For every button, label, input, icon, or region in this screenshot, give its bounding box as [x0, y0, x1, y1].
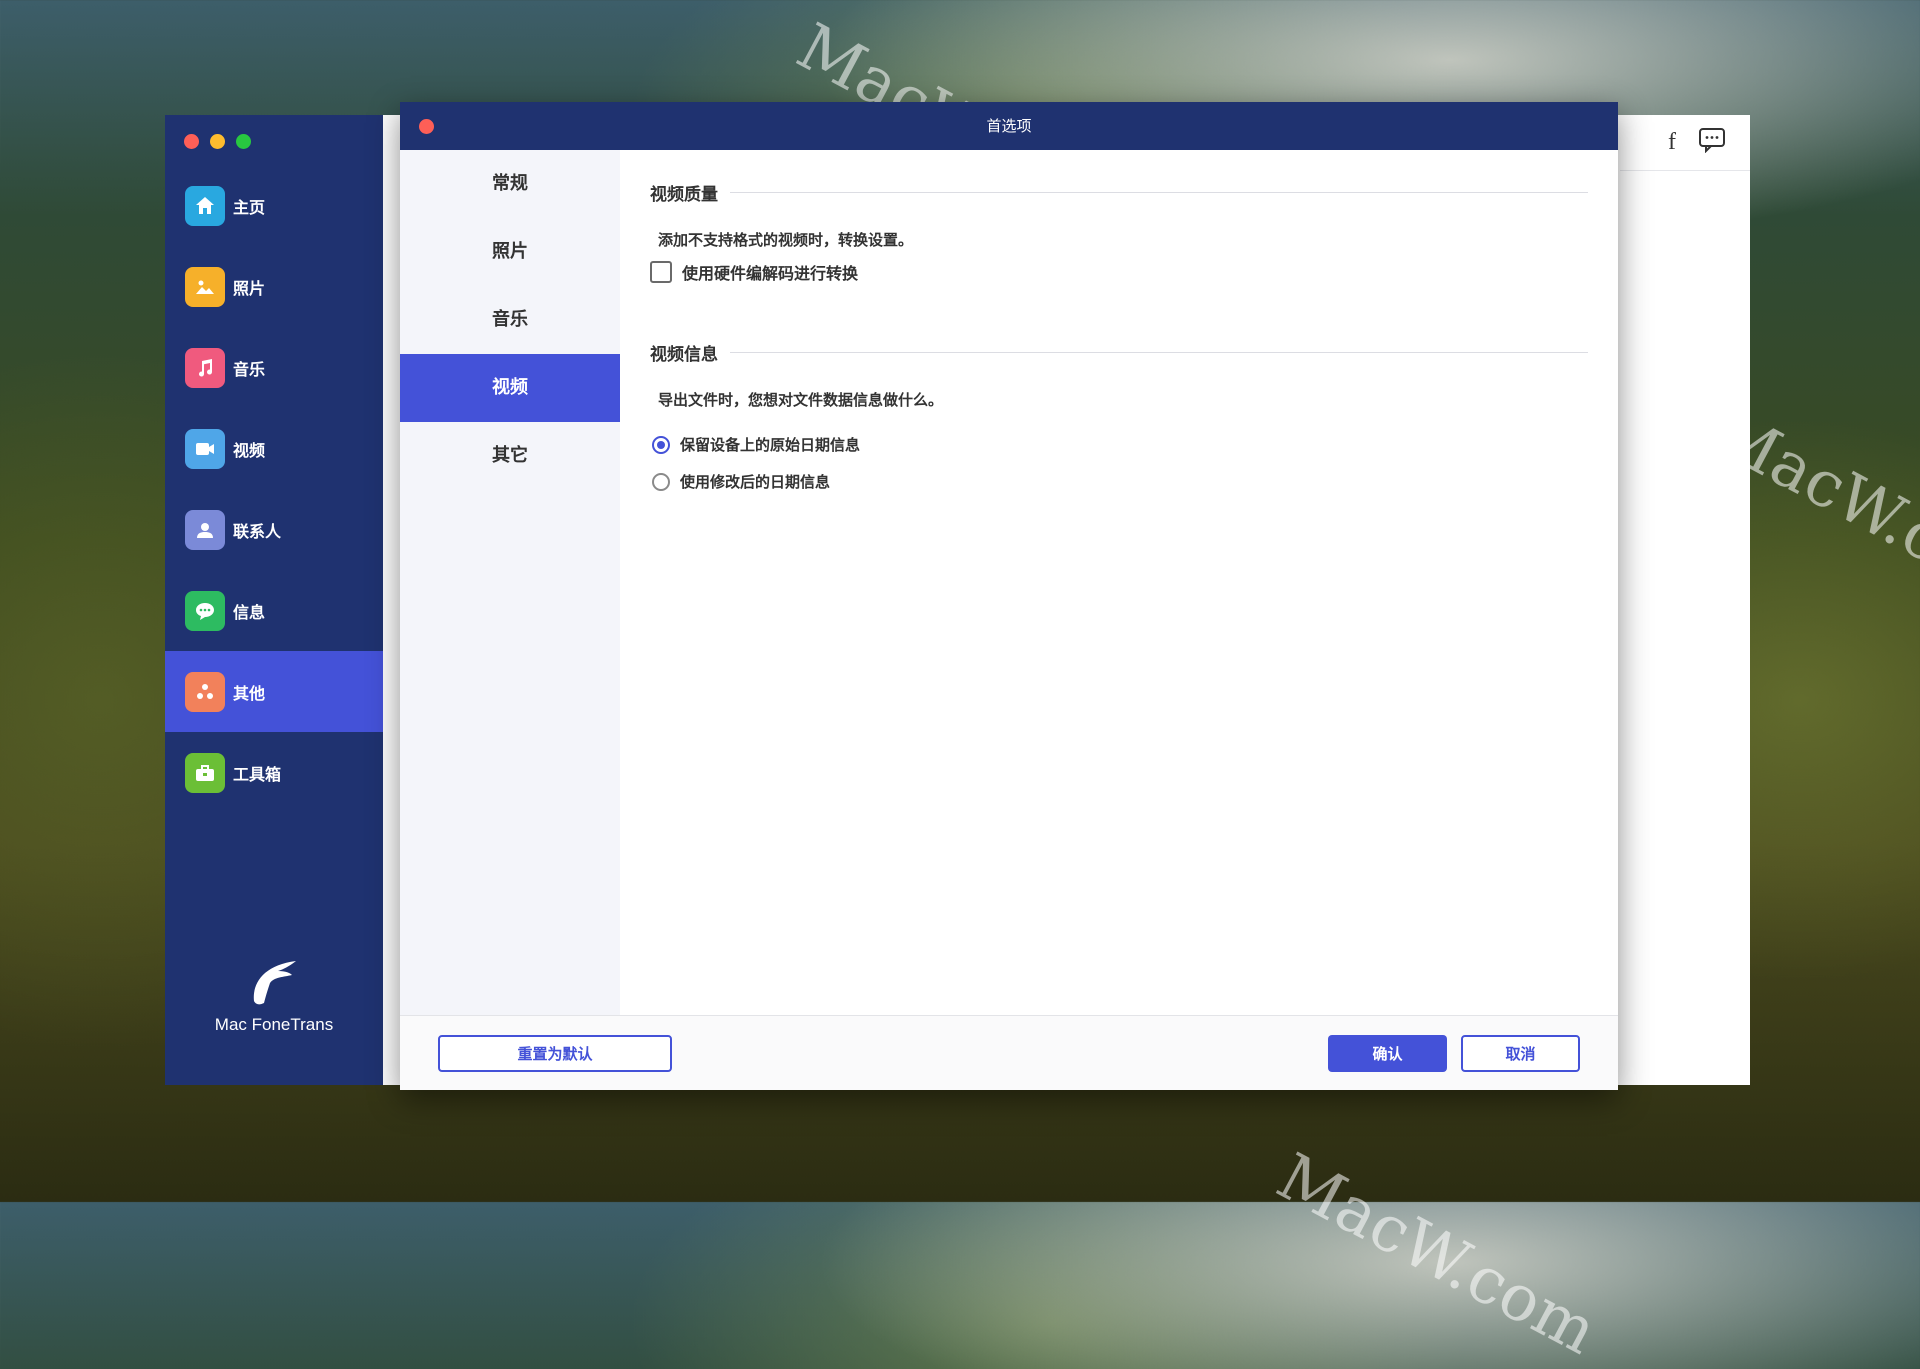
video-quality-section: 视频质量: [650, 180, 1588, 205]
minimize-window-button[interactable]: [210, 134, 225, 149]
video-info-section: 视频信息: [650, 340, 1588, 365]
top-right-toolbar: f: [1620, 115, 1750, 1085]
sidebar-item-photos[interactable]: 照片: [165, 246, 383, 327]
sidebar-item-home[interactable]: 主页: [165, 165, 383, 246]
reset-default-button[interactable]: 重置为默认: [438, 1035, 672, 1072]
sidebar-item-label: 照片: [233, 278, 266, 298]
sidebar-item-label: 音乐: [233, 359, 266, 379]
use-modified-date-option[interactable]: 使用修改后的日期信息: [652, 471, 1618, 492]
tab-photos[interactable]: 照片: [400, 218, 620, 286]
sidebar: 主页 照片 音乐 视频 联系人 信息 其他 工具箱 Mac FoneTrans: [165, 115, 383, 1085]
photos-icon: [185, 266, 225, 307]
confirm-button[interactable]: 确认: [1328, 1035, 1447, 1072]
sidebar-item-music[interactable]: 音乐: [165, 327, 383, 408]
brand: Mac FoneTrans: [165, 953, 383, 1035]
radio-label: 使用修改后的日期信息: [680, 473, 831, 491]
app-name: Mac FoneTrans: [214, 1015, 334, 1034]
tab-music[interactable]: 音乐: [400, 286, 620, 354]
sidebar-item-label: 信息: [233, 602, 266, 622]
hardware-codec-option[interactable]: 使用硬件编解码进行转换: [650, 260, 1618, 284]
keep-original-date-option[interactable]: 保留设备上的原始日期信息: [652, 434, 1618, 455]
sidebar-item-label: 主页: [233, 197, 266, 217]
tab-video[interactable]: 视频: [400, 354, 620, 422]
preferences-dialog: 首选项 常规 照片 音乐 视频 其它 视频质量 添加不支持格式的视频时，转换设置…: [400, 102, 1618, 1090]
tab-other[interactable]: 其它: [400, 422, 620, 490]
window-controls: [184, 134, 251, 149]
section-heading: 视频信息: [650, 345, 718, 365]
divider: [730, 192, 1588, 193]
sidebar-item-label: 视频: [233, 440, 266, 460]
cancel-button[interactable]: 取消: [1461, 1035, 1580, 1072]
watermark: MacW.com: [1265, 1140, 1609, 1369]
contacts-icon: [185, 509, 225, 550]
video-quality-description: 添加不支持格式的视频时，转换设置。: [658, 231, 914, 249]
sidebar-item-messages[interactable]: 信息: [165, 570, 383, 651]
hardware-codec-checkbox[interactable]: [650, 261, 672, 283]
zoom-window-button[interactable]: [236, 134, 251, 149]
sidebar-nav: 主页 照片 音乐 视频 联系人 信息 其他 工具箱: [165, 165, 383, 813]
toolbox-icon: [185, 752, 225, 793]
tab-general[interactable]: 常规: [400, 150, 620, 218]
sidebar-item-others[interactable]: 其他: [165, 651, 383, 732]
dialog-title: 首选项: [986, 117, 1032, 135]
sidebar-item-label: 联系人: [233, 521, 282, 541]
video-settings-panel: 视频质量 添加不支持格式的视频时，转换设置。 使用硬件编解码进行转换 视频信息 …: [620, 150, 1618, 1016]
checkbox-label: 使用硬件编解码进行转换: [682, 264, 859, 283]
others-icon: [185, 671, 225, 712]
radio-button-selected[interactable]: [652, 435, 670, 454]
feedback-icon[interactable]: [1698, 127, 1726, 159]
sidebar-item-label: 其他: [233, 683, 266, 703]
dialog-footer: 重置为默认 确认 取消: [400, 1015, 1618, 1090]
facebook-icon[interactable]: f: [1668, 129, 1676, 156]
dialog-titlebar: 首选项: [400, 102, 1618, 150]
radio-button[interactable]: [652, 472, 670, 491]
sidebar-item-contacts[interactable]: 联系人: [165, 489, 383, 570]
radio-label: 保留设备上的原始日期信息: [680, 436, 861, 454]
sidebar-item-video[interactable]: 视频: [165, 408, 383, 489]
divider: [730, 352, 1588, 353]
home-icon: [185, 185, 225, 226]
video-icon: [185, 428, 225, 469]
preferences-tabs: 常规 照片 音乐 视频 其它: [400, 150, 620, 1016]
section-heading: 视频质量: [650, 185, 718, 205]
video-info-description: 导出文件时，您想对文件数据信息做什么。: [658, 391, 944, 409]
music-icon: [185, 347, 225, 388]
close-window-button[interactable]: [184, 134, 199, 149]
messages-icon: [185, 590, 225, 631]
sidebar-item-label: 工具箱: [233, 764, 282, 784]
dialog-close-button[interactable]: [419, 119, 434, 134]
app-logo-icon: [244, 953, 304, 1009]
sidebar-item-toolbox[interactable]: 工具箱: [165, 732, 383, 813]
